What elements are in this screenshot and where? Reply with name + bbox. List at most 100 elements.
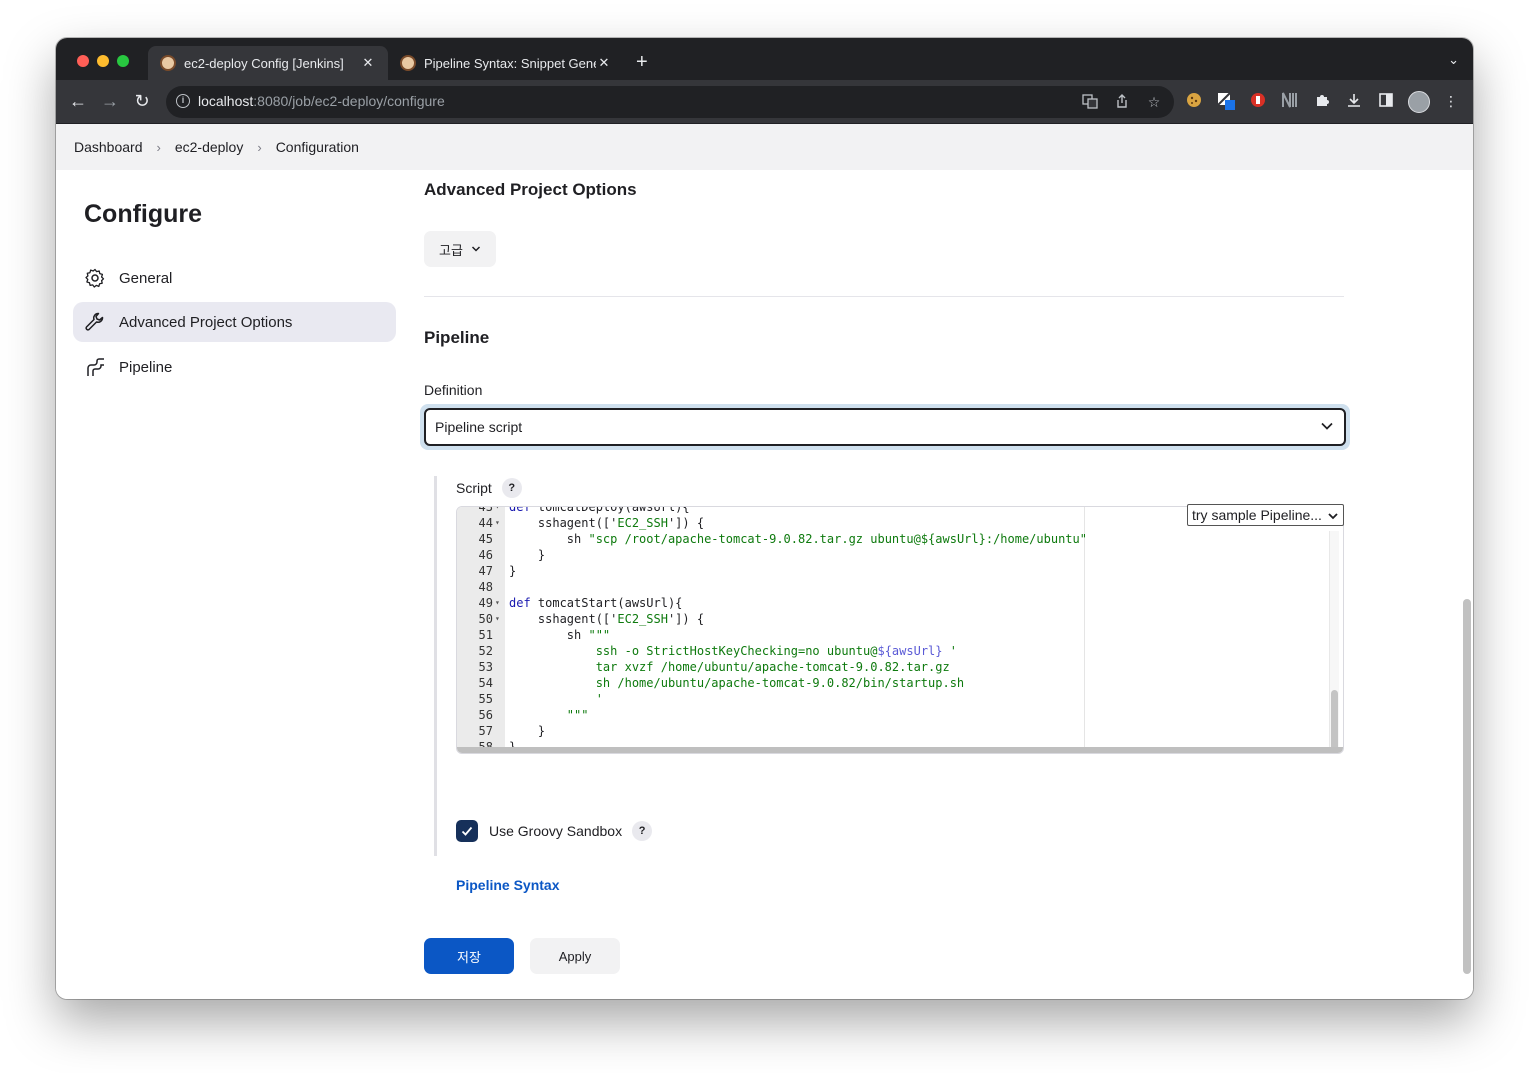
tab-title: ec2-deploy Config [Jenkins] — [184, 55, 344, 71]
help-icon[interactable]: ? — [632, 821, 653, 841]
chevron-down-icon — [1320, 419, 1334, 436]
try-sample-pipeline-select[interactable]: try sample Pipeline... — [1187, 504, 1344, 526]
breadcrumb-configuration[interactable]: Configuration — [276, 139, 359, 155]
sample-pipeline-value: try sample Pipeline... — [1192, 507, 1322, 523]
chevron-down-icon[interactable]: ⌄ — [1448, 52, 1459, 68]
translate-icon[interactable] — [1081, 93, 1099, 111]
code-line[interactable]: 53 tar xvzf /home/ubuntu/apache-tomcat-9… — [457, 659, 1343, 675]
code-line[interactable]: 54 sh /home/ubuntu/apache-tomcat-9.0.82/… — [457, 675, 1343, 691]
minimize-window-button[interactable] — [97, 55, 109, 67]
advanced-button-label: 고급 — [439, 242, 463, 258]
line-number: 44 — [478, 516, 493, 530]
definition-select-focus-ring: Pipeline script — [420, 404, 1350, 450]
chevron-down-icon — [471, 244, 481, 254]
editor-scroll-thumb[interactable] — [1331, 690, 1338, 750]
code-text: } — [509, 548, 546, 562]
tab-pipeline-syntax[interactable]: Pipeline Syntax: Snippet Gene ✕ — [388, 46, 624, 80]
editor-horizontal-scrollbar[interactable] — [457, 747, 1343, 753]
definition-select[interactable]: Pipeline script — [424, 408, 1346, 446]
nested-section-bar — [434, 476, 437, 856]
page-scrollbar-thumb[interactable] — [1463, 599, 1471, 974]
bookmark-star-icon[interactable]: ☆ — [1145, 93, 1163, 111]
pipeline-syntax-link[interactable]: Pipeline Syntax — [456, 877, 559, 893]
forward-arrow-icon[interactable]: → — [99, 90, 121, 112]
code-text: sshagent(['EC2_SSH']) { — [509, 516, 705, 530]
pipeline-icon — [85, 357, 105, 377]
code-line[interactable]: 45 sh "scp /root/apache-tomcat-9.0.82.ta… — [457, 531, 1343, 547]
line-number: 47 — [478, 564, 493, 578]
fold-arrow-icon[interactable]: ▾ — [495, 507, 500, 515]
apply-button[interactable]: Apply — [530, 938, 620, 974]
sidebar-item-pipeline[interactable]: Pipeline — [73, 347, 396, 387]
close-icon[interactable]: ✕ — [596, 55, 612, 71]
jenkins-page: Dashboard › ec2-deploy › Configuration C… — [56, 124, 1473, 999]
puzzle-extensions-icon[interactable] — [1313, 92, 1331, 110]
browser-toolbar: ← → ↻ i localhost:8080/job/ec2-deploy/co… — [56, 80, 1473, 124]
address-bar[interactable]: i localhost:8080/job/ec2-deploy/configur… — [166, 86, 1174, 118]
color-picker-extension-icon[interactable] — [1217, 92, 1235, 110]
n-extension-icon[interactable] — [1281, 92, 1299, 110]
sidebar-item-label: Pipeline — [119, 358, 173, 376]
reload-icon[interactable]: ↻ — [131, 90, 153, 112]
code-text: } — [509, 564, 517, 578]
tab-ec2-deploy-config[interactable]: ec2-deploy Config [Jenkins] ✕ — [148, 46, 388, 80]
fold-arrow-icon[interactable]: ▾ — [495, 595, 500, 611]
code-line[interactable]: 47} — [457, 563, 1343, 579]
side-panel-icon[interactable] — [1377, 92, 1395, 110]
sidebar-item-label: Advanced Project Options — [119, 313, 293, 331]
code-line[interactable]: 55 ' — [457, 691, 1343, 707]
browser-window: ec2-deploy Config [Jenkins] ✕ Pipeline S… — [56, 38, 1473, 999]
zoom-window-button[interactable] — [117, 55, 129, 67]
chevron-down-icon — [1327, 509, 1339, 525]
code-area[interactable]: 43 ▾ def tomcatDeploy(awsUrl){44 ▾ sshagent… — [457, 507, 1343, 753]
line-number: 48 — [478, 580, 493, 594]
close-window-button[interactable] — [77, 55, 89, 67]
sidebar-item-general[interactable]: General — [73, 258, 396, 298]
save-button[interactable]: 저장 — [424, 938, 514, 974]
line-number: 49 — [478, 596, 493, 610]
fold-arrow-icon[interactable]: ▾ — [495, 611, 500, 627]
line-number: 54 — [478, 676, 493, 690]
pipeline-section-title: Pipeline — [424, 328, 490, 347]
red-extension-icon[interactable] — [1249, 92, 1267, 110]
tab-strip: ec2-deploy Config [Jenkins] ✕ Pipeline S… — [56, 38, 1473, 80]
breadcrumb-job[interactable]: ec2-deploy — [175, 139, 244, 155]
code-line[interactable]: 46 } — [457, 547, 1343, 563]
code-text: """ — [509, 708, 589, 722]
code-line[interactable]: 51 sh """ — [457, 627, 1343, 643]
jenkins-favicon-icon — [400, 55, 416, 71]
script-label: Script ? — [456, 478, 522, 498]
chevron-right-icon: › — [257, 139, 262, 155]
script-editor[interactable]: 43 ▾ def tomcatDeploy(awsUrl){44 ▾ sshagent… — [456, 506, 1344, 754]
new-tab-plus-icon[interactable]: + — [636, 52, 648, 72]
cookie-extension-icon[interactable] — [1185, 92, 1203, 110]
page-title: Configure — [84, 200, 203, 228]
download-icon[interactable] — [1345, 92, 1363, 110]
tab-title: Pipeline Syntax: Snippet Gene — [424, 55, 596, 71]
wrench-icon — [85, 312, 105, 332]
line-number: 56 — [478, 708, 493, 722]
code-line[interactable]: 56 """ — [457, 707, 1343, 723]
back-arrow-icon[interactable]: ← — [67, 90, 89, 112]
code-text: tar xvzf /home/ubuntu/apache-tomcat-9.0.… — [509, 660, 950, 674]
code-line[interactable]: 48 — [457, 579, 1343, 595]
sidebar-item-advanced-project-options[interactable]: Advanced Project Options — [73, 302, 396, 342]
advanced-dropdown-button[interactable]: 고급 — [424, 231, 496, 267]
fold-arrow-icon[interactable]: ▾ — [495, 515, 500, 531]
site-info-icon[interactable]: i — [176, 94, 190, 108]
section-divider — [424, 296, 1344, 297]
line-number: 46 — [478, 548, 493, 562]
share-icon[interactable] — [1113, 93, 1131, 111]
sandbox-checkbox[interactable] — [456, 820, 478, 842]
code-line[interactable]: 49 ▾ def tomcatStart(awsUrl){ — [457, 595, 1343, 611]
more-menu-icon[interactable]: ⋮ — [1442, 92, 1460, 110]
line-number: 45 — [478, 532, 493, 546]
code-line[interactable]: 57 } — [457, 723, 1343, 739]
code-line[interactable]: 50 ▾ sshagent(['EC2_SSH']) { — [457, 611, 1343, 627]
help-icon[interactable]: ? — [501, 478, 522, 498]
breadcrumb-dashboard[interactable]: Dashboard — [74, 139, 143, 155]
close-icon[interactable]: ✕ — [360, 55, 376, 71]
profile-avatar[interactable] — [1408, 91, 1430, 113]
code-text: ssh -o StrictHostKeyChecking=no ubuntu@$… — [509, 644, 957, 658]
code-line[interactable]: 52 ssh -o StrictHostKeyChecking=no ubunt… — [457, 643, 1343, 659]
